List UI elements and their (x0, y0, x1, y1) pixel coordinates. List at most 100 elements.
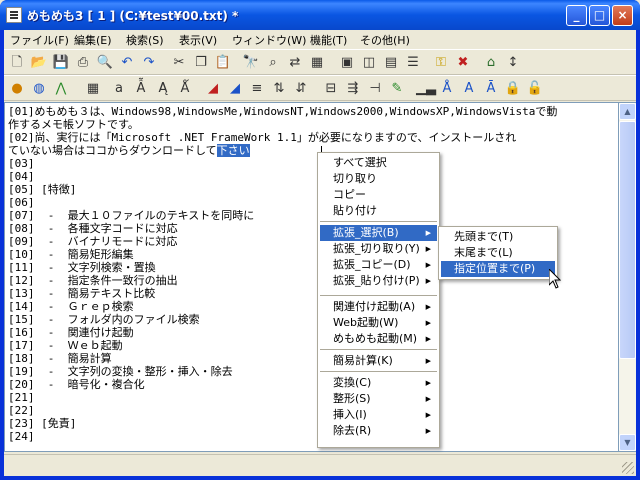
window-icon[interactable]: ▤ (382, 54, 400, 72)
submenu-item[interactable]: 指定位置まで(P) (441, 261, 555, 277)
editor-line[interactable]: ていない場合はココからダウンロードして下さい (8, 144, 250, 157)
paste-icon[interactable]: 📋 (214, 54, 232, 72)
context-menu-item[interactable]: めもめも起動(M) ▶ (320, 331, 437, 347)
editor-line[interactable]: [09] - バイナリモードに対応 (8, 235, 177, 248)
scroll-down-button[interactable]: ▼ (619, 434, 636, 451)
menu-window[interactable]: ウィンドウ(W) (232, 32, 306, 48)
context-menu-item[interactable]: 関連付け起動(A) ▶ (320, 299, 437, 315)
list-icon[interactable]: ☰ (404, 54, 422, 72)
context-menu-item[interactable]: 切り取り (320, 171, 437, 187)
open-folder-icon[interactable]: 📂 (30, 54, 48, 72)
editor-line[interactable]: [01]めもめも３は、Windows98,WindowsMe,WindowsNT… (8, 105, 557, 118)
font-icon[interactable]: Ẫ (132, 80, 150, 98)
context-menu-item[interactable]: 貼り付け (320, 203, 437, 219)
highlighter-icon[interactable]: ✎ (388, 80, 406, 98)
menu-edit[interactable]: 編集(E) (74, 32, 112, 48)
context-menu-item[interactable]: 拡張_貼り付け(P) ▶ (320, 273, 437, 289)
marker-icon[interactable]: ⊣ (366, 80, 384, 98)
editor-line[interactable]: [17] - Ｗｅｂ起動 (8, 339, 123, 352)
menu-file[interactable]: ファイル(F) (10, 32, 69, 48)
context-menu-item[interactable]: 拡張_コピー(D) ▶ (320, 257, 437, 273)
grid-icon[interactable]: ▦ (308, 54, 326, 72)
new-file-icon[interactable]: 🗋 (8, 54, 26, 72)
menu-view[interactable]: 表示(V) (179, 32, 217, 48)
scroll-thumb[interactable] (619, 121, 636, 359)
bar-chart-icon[interactable]: ▁▃ (416, 80, 436, 98)
find-next-icon[interactable]: ⌕ (264, 54, 282, 72)
editor-line[interactable]: [23] [免責] (8, 417, 76, 430)
sort-desc-icon[interactable]: ⇵ (292, 80, 310, 98)
scroll-up-button[interactable]: ▲ (619, 103, 636, 120)
chart-icon[interactable]: ⋀ (52, 80, 70, 98)
submenu-item[interactable]: 末尾まで(L) (441, 245, 555, 261)
unlock-icon[interactable]: 🔓 (526, 80, 544, 98)
minimize-button[interactable]: _ (566, 5, 587, 26)
font-small-icon[interactable]: Ą (154, 80, 172, 98)
editor-line[interactable]: [22] (8, 404, 35, 417)
context-menu-item[interactable]: 除去(R) ▶ (320, 423, 437, 439)
resize-grip[interactable] (622, 462, 634, 474)
context-menu-item[interactable]: コピー (320, 187, 437, 203)
text-alt-icon[interactable]: A (460, 80, 478, 98)
font-up-icon[interactable]: Ǻ (176, 80, 194, 98)
copy-icon[interactable]: ❐ (192, 54, 210, 72)
replace-icon[interactable]: ⇄ (286, 54, 304, 72)
context-menu-item[interactable]: 変換(C) ▶ (320, 375, 437, 391)
context-menu-item[interactable]: 拡張_選択(B) ▶ (320, 225, 437, 241)
submenu-item[interactable]: 先頭まで(T) (441, 229, 555, 245)
menu-function[interactable]: 機能(T) (310, 32, 347, 48)
editor-line[interactable]: [24] (8, 430, 35, 443)
app-icon[interactable] (6, 7, 22, 23)
delete-icon[interactable]: ✖ (454, 54, 472, 72)
editor-line[interactable]: [10] - 簡易矩形編集 (8, 248, 134, 261)
editor-line[interactable]: [12] - 指定条件一致行の抽出 (8, 274, 178, 287)
editor-line[interactable]: [07] - 最大１０ファイルのテキストを同時に (8, 209, 254, 222)
context-menu-item[interactable]: Web起動(W) ▶ (320, 315, 437, 331)
editor-line[interactable]: [18] - 簡易計算 (8, 352, 112, 365)
run-icon[interactable]: ● (8, 80, 26, 98)
vertical-scrollbar[interactable]: ▲ ▼ (619, 102, 636, 452)
context-menu-item[interactable]: 整形(S) ▶ (320, 391, 437, 407)
column-icon[interactable]: ≡ (248, 80, 266, 98)
save-icon[interactable]: 💾 (52, 54, 70, 72)
context-menu-item[interactable]: 簡易計算(K) ▶ (320, 353, 437, 369)
convert-icon[interactable]: a (110, 80, 128, 98)
updown-icon[interactable]: ↕ (504, 54, 522, 72)
indent-icon[interactable]: ◢ (204, 80, 222, 98)
editor-line[interactable]: [11] - 文字列検索・置換 (8, 261, 156, 274)
menu-other[interactable]: その他(H) (360, 32, 410, 48)
editor-line[interactable]: [08] - 各種文字コードに対応 (8, 222, 178, 235)
merge-icon[interactable]: ⇶ (344, 80, 362, 98)
editor-line[interactable]: [19] - 文字列の変換・整形・挿入・除去 (8, 365, 233, 378)
editor-line[interactable]: [04] (8, 170, 35, 183)
editor-line[interactable]: 作するメモ帳ソフトです。 (8, 118, 139, 131)
outdent-icon[interactable]: ◢ (226, 80, 244, 98)
sort-asc-icon[interactable]: ⇅ (270, 80, 288, 98)
print-preview-icon[interactable]: 🔍 (96, 54, 114, 72)
context-menu-item[interactable]: 拡張_切り取り(Y) ▶ (320, 241, 437, 257)
home-icon[interactable]: ⌂ (482, 54, 500, 72)
title-bar[interactable]: めもめも3 [ 1 ] (C:¥test¥00.txt) * _ □ × (0, 0, 640, 30)
text-icon[interactable]: Å (438, 80, 456, 98)
editor-line[interactable]: [15] - フォルダ内のファイル検索 (8, 313, 200, 326)
table-icon[interactable]: ⊟ (322, 80, 340, 98)
editor-line[interactable]: [13] - 簡易テキスト比較 (8, 287, 155, 300)
find-icon[interactable]: 🔭 (242, 54, 260, 72)
editor-line[interactable]: [05] [特徴] (8, 183, 76, 196)
print-icon[interactable]: ⎙ (74, 54, 92, 72)
close-button[interactable]: × (612, 5, 633, 26)
tile-icon[interactable]: ▣ (338, 54, 356, 72)
editor-line[interactable]: [06] (8, 196, 35, 209)
redo-icon[interactable]: ↷ (140, 54, 158, 72)
context-menu-item[interactable]: 挿入(I) ▶ (320, 407, 437, 423)
web-icon[interactable]: ◍ (30, 80, 48, 98)
calculator-icon[interactable]: ▦ (84, 80, 102, 98)
context-menu-item[interactable]: すべて選択 (320, 155, 437, 171)
text-block-icon[interactable]: Ā (482, 80, 500, 98)
key-icon[interactable]: ⚿ (432, 54, 450, 72)
editor-line[interactable]: [03] (8, 157, 35, 170)
menu-search[interactable]: 検索(S) (126, 32, 164, 48)
editor-line[interactable]: [20] - 暗号化・複合化 (8, 378, 145, 391)
undo-icon[interactable]: ↶ (118, 54, 136, 72)
cut-icon[interactable]: ✂ (170, 54, 188, 72)
